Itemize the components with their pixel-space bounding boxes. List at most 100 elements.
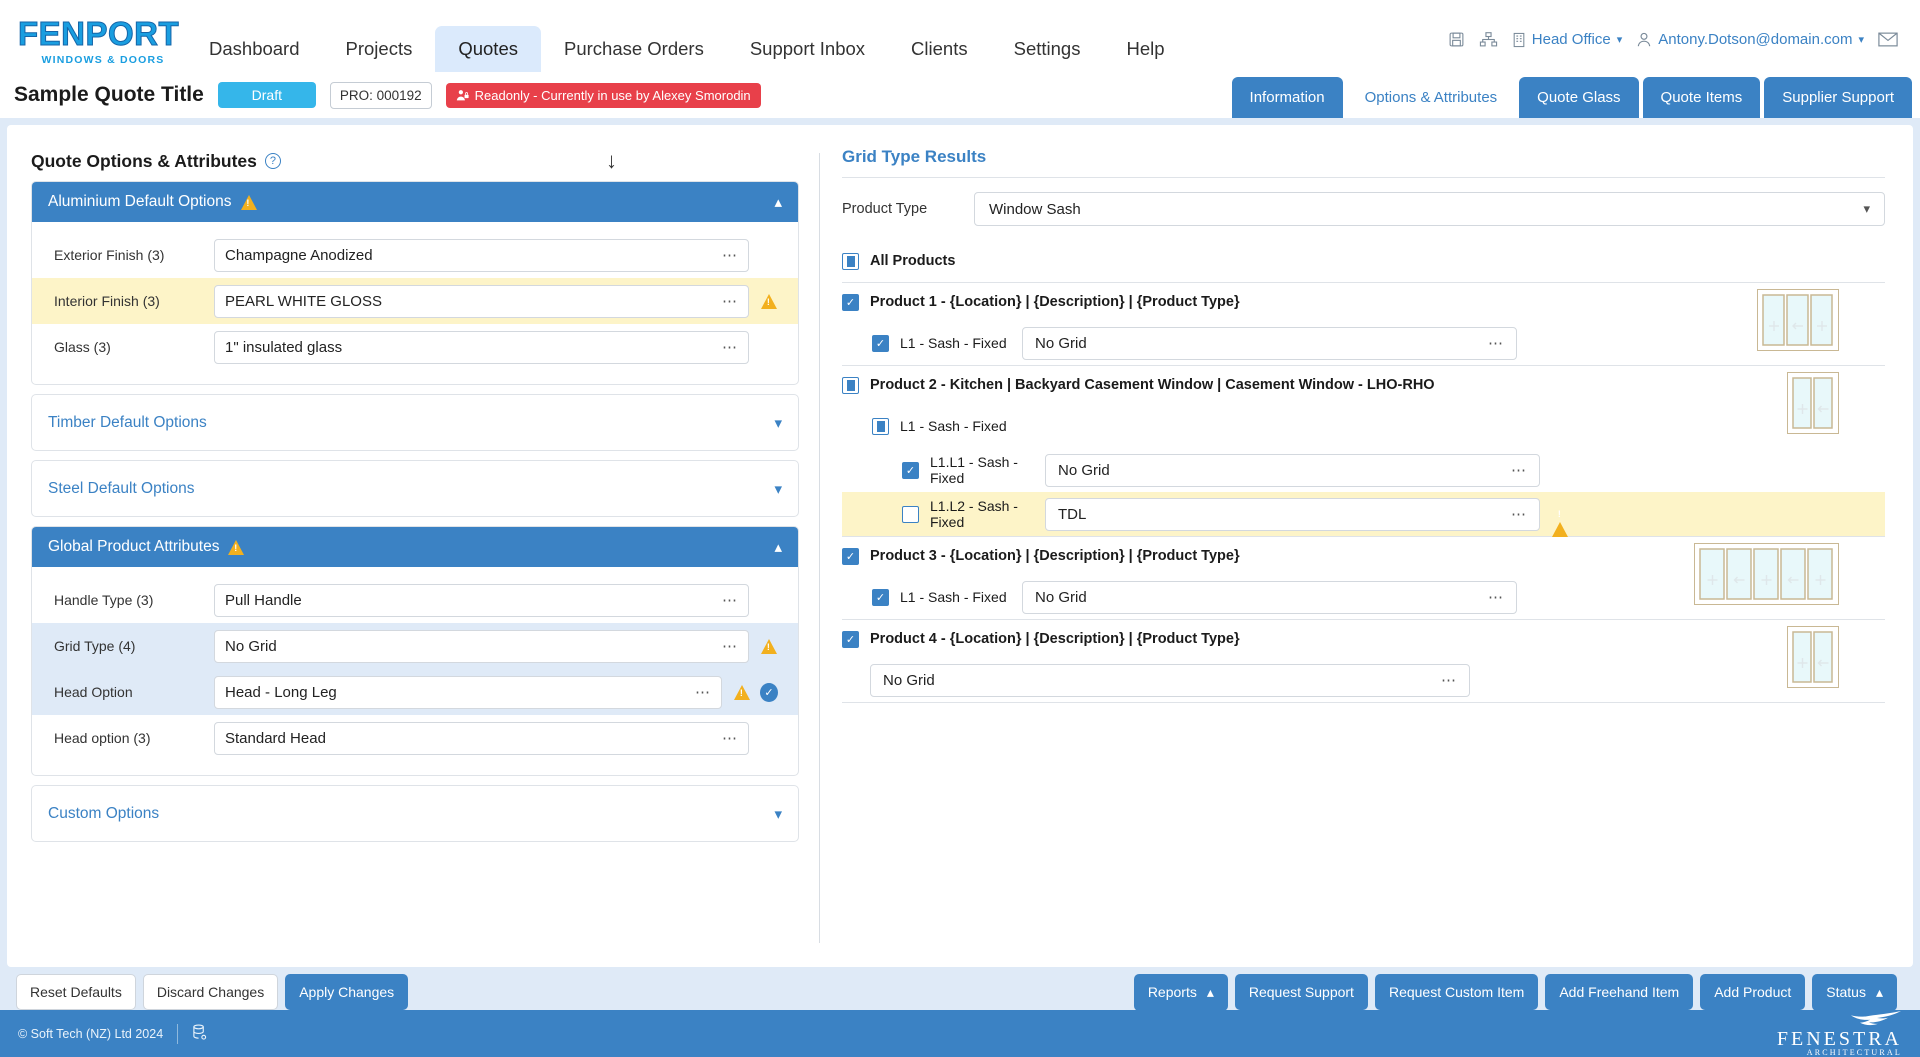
tab-quote-items[interactable]: Quote Items [1642, 77, 1761, 118]
brand-logo[interactable]: FENPORT WINDOWS & DOORS [0, 17, 186, 72]
product-checkbox[interactable] [842, 376, 859, 394]
add-freehand-item-button[interactable]: Add Freehand Item [1545, 974, 1694, 1010]
fenestra-subtitle: ARCHITECTURAL [1806, 1048, 1902, 1057]
ellipsis-icon[interactable]: ⋯ [722, 729, 738, 747]
ellipsis-icon[interactable]: ⋯ [722, 246, 738, 264]
nav-link-help[interactable]: Help [1103, 26, 1187, 72]
nav-link-clients[interactable]: Clients [888, 26, 991, 72]
add-product-button[interactable]: Add Product [1700, 974, 1806, 1010]
product-type-value: Window Sash [989, 200, 1081, 218]
accordion-header-global-product-attributes[interactable]: Global Product Attributes ▴ [32, 527, 798, 567]
grid-type-field[interactable]: TDL ⋯ [1045, 497, 1540, 531]
attribute-value-field[interactable]: PEARL WHITE GLOSS ⋯ [214, 284, 749, 318]
all-products-checkbox[interactable] [842, 252, 859, 270]
tab-supplier-support[interactable]: Supplier Support [1764, 77, 1912, 118]
product-group-header[interactable]: ✓ Product 1 - {Location} | {Description} … [842, 283, 1885, 321]
nav-link-settings[interactable]: Settings [991, 26, 1104, 72]
left-action-buttons: Reset Defaults Discard Changes Apply Chang… [16, 974, 415, 1010]
sitemap-icon[interactable] [1479, 31, 1498, 48]
request-custom-item-button[interactable]: Request Custom Item [1374, 974, 1539, 1010]
window-thumbnail-svg [1787, 372, 1839, 434]
accordion-header-steel-default-options[interactable]: Steel Default Options ▾ [32, 461, 798, 516]
grid-type-field[interactable]: No Grid ⋯ [1045, 453, 1540, 487]
user-menu[interactable]: Antony.Dotson@domain.com ▾ [1636, 31, 1864, 48]
help-icon[interactable]: ? [264, 153, 281, 169]
accordion-header-custom-options[interactable]: Custom Options ▾ [32, 786, 798, 841]
status-badge-draft[interactable]: Draft [217, 82, 316, 108]
ellipsis-icon[interactable]: ⋯ [722, 637, 738, 655]
nav-link-dashboard[interactable]: Dashboard [186, 26, 323, 72]
tab-information[interactable]: Information [1231, 77, 1343, 118]
warning-triangle-icon[interactable] [1552, 505, 1568, 537]
apply-changes-button[interactable]: Apply Changes [285, 974, 409, 1010]
product-checkbox[interactable]: ✓ [842, 630, 859, 648]
sash-checkbox[interactable]: ✓ [902, 461, 919, 479]
warning-triangle-icon[interactable] [761, 638, 777, 654]
accordion-header-aluminium-default-options[interactable]: Aluminium Default Options ▴ [32, 182, 798, 222]
product-checkbox[interactable]: ✓ [842, 547, 859, 565]
attribute-value-field[interactable]: Pull Handle ⋯ [214, 583, 749, 617]
row-warning-icon[interactable] [1540, 505, 1568, 537]
product-label: Product 2 - Kitchen | Backyard Casement … [870, 377, 1435, 393]
product-group-header[interactable]: ✓ Product 4 - {Location} | {Description} … [842, 620, 1885, 658]
grid-type-field[interactable]: No Grid ⋯ [870, 663, 1470, 697]
attribute-value-field[interactable]: Standard Head ⋯ [214, 721, 749, 755]
attribute-value: PEARL WHITE GLOSS [225, 292, 382, 310]
sash-label-group[interactable]: ✓ L1 - Sash - Fixed [842, 334, 1022, 352]
attribute-value-field[interactable]: Champagne Anodized ⋯ [214, 238, 749, 272]
tab-quote-glass[interactable]: Quote Glass [1519, 77, 1639, 118]
office-selector[interactable]: Head Office ▾ [1512, 31, 1622, 48]
fenestra-logo: FENESTRA ARCHITECTURAL [1777, 1010, 1902, 1057]
ellipsis-icon[interactable]: ⋯ [1488, 334, 1504, 352]
download-arrow-icon[interactable]: ↓ [606, 148, 617, 174]
section-warning-icon[interactable] [240, 194, 257, 210]
database-icon[interactable] [192, 1023, 207, 1044]
status-button[interactable]: Status ▴ [1812, 973, 1897, 1011]
all-products-row[interactable]: All Products [842, 240, 1885, 282]
accordion-header-timber-default-options[interactable]: Timber Default Options ▾ [32, 395, 798, 450]
grid-type-field[interactable]: No Grid ⋯ [1022, 580, 1517, 614]
sash-checkbox[interactable]: ✓ [872, 334, 889, 352]
sash-checkbox[interactable]: ✓ [872, 588, 889, 606]
ellipsis-icon[interactable]: ⋯ [1511, 505, 1527, 523]
ellipsis-icon[interactable]: ⋯ [722, 591, 738, 609]
request-support-button[interactable]: Request Support [1234, 974, 1368, 1010]
discard-changes-button[interactable]: Discard Changes [142, 974, 279, 1010]
sash-label-group[interactable]: ✓ L1.L1 - Sash - Fixed [842, 454, 1045, 486]
reset-defaults-button[interactable]: Reset Defaults [16, 974, 136, 1010]
ellipsis-icon[interactable]: ⋯ [1488, 588, 1504, 606]
sash-label-group[interactable]: L1 - Sash - Fixed [842, 417, 1072, 435]
nav-link-purchase-orders[interactable]: Purchase Orders [541, 26, 727, 72]
ellipsis-icon[interactable]: ⋯ [695, 683, 711, 701]
sash-label-group[interactable]: L1.L2 - Sash - Fixed [842, 498, 1045, 530]
attribute-value-field[interactable]: 1" insulated glass ⋯ [214, 330, 749, 364]
product-type-select[interactable]: Window Sash ▾ [974, 192, 1885, 226]
grid-type-field[interactable]: No Grid ⋯ [1022, 326, 1517, 360]
warning-triangle-icon[interactable] [734, 684, 750, 700]
tab-options-attributes[interactable]: Options & Attributes [1346, 77, 1516, 118]
attribute-value-field[interactable]: No Grid ⋯ [214, 629, 749, 663]
attribute-label: Exterior Finish (3) [54, 247, 165, 263]
ellipsis-icon[interactable]: ⋯ [722, 338, 738, 356]
save-icon[interactable] [1448, 31, 1465, 48]
section-warning-icon[interactable] [228, 539, 245, 555]
sash-label-group[interactable]: ✓ L1 - Sash - Fixed [842, 588, 1022, 606]
nav-link-quotes[interactable]: Quotes [435, 26, 541, 72]
attribute-value-field[interactable]: Head - Long Leg ⋯ [214, 675, 722, 709]
mail-icon[interactable] [1878, 32, 1898, 47]
product-checkbox[interactable]: ✓ [842, 293, 859, 311]
nav-link-support-inbox[interactable]: Support Inbox [727, 26, 888, 72]
ellipsis-icon[interactable]: ⋯ [722, 292, 738, 310]
attribute-value: 1" insulated glass [225, 338, 343, 356]
attribute-label: Handle Type (3) [54, 592, 154, 608]
confirmed-check-icon[interactable]: ✓ [760, 682, 778, 702]
product-group-header[interactable]: Product 2 - Kitchen | Backyard Casement … [842, 366, 1885, 404]
sash-checkbox[interactable] [902, 505, 919, 523]
reports-button[interactable]: Reports ▴ [1133, 973, 1228, 1011]
nav-link-projects[interactable]: Projects [323, 26, 436, 72]
ellipsis-icon[interactable]: ⋯ [1511, 461, 1527, 479]
warning-triangle-icon[interactable] [761, 293, 777, 309]
sash-checkbox[interactable] [872, 417, 889, 435]
ellipsis-icon[interactable]: ⋯ [1441, 671, 1457, 689]
product-group: Product 2 - Kitchen | Backyard Casement … [842, 366, 1885, 537]
